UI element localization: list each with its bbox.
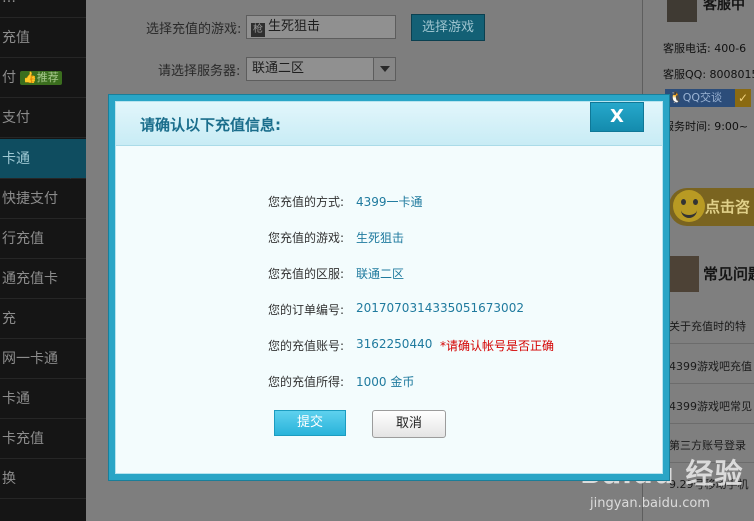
service-phone: 客服电话: 400-6 bbox=[663, 42, 747, 55]
game-field[interactable]: 枪生死狙击 bbox=[246, 15, 396, 39]
dialog-header: 请确认以下充值信息: X bbox=[116, 102, 662, 146]
info-row-account: 您的充值账号: 3162250440 *请确认帐号是否正确 bbox=[116, 337, 662, 357]
close-icon: X bbox=[610, 106, 624, 127]
row-label: 您的充值所得: bbox=[268, 375, 345, 389]
row-value: 3162250440 bbox=[356, 337, 433, 351]
divider bbox=[667, 343, 754, 344]
sidebar-item-1[interactable]: 充值 bbox=[0, 18, 86, 58]
row-label: 您充值的区服: bbox=[268, 267, 345, 281]
sidebar-item-recommended[interactable]: 付 👍推荐 bbox=[0, 58, 86, 98]
qq-chat-button[interactable]: 🐧QQ交谈 bbox=[665, 89, 735, 107]
sidebar-item-3[interactable]: 支付 bbox=[0, 98, 86, 138]
info-row-server: 您充值的区服: 联通二区 bbox=[116, 265, 662, 285]
thumbs-up-icon: 👍 bbox=[23, 71, 37, 84]
row-label: 您充值的方式: bbox=[268, 195, 345, 209]
faq-link-2[interactable]: 4399游戏吧常见 bbox=[669, 398, 752, 414]
dialog-title: 请确认以下充值信息: bbox=[140, 116, 281, 134]
faq-link-0[interactable]: 关于充值时的特 bbox=[669, 318, 746, 334]
service-time: 服务时间: 9:00~ bbox=[663, 120, 749, 133]
info-row-order: 您的订单编号: 2017070314335051673002 bbox=[116, 301, 662, 321]
faq-avatar-icon bbox=[667, 256, 699, 292]
active-arrow-icon bbox=[70, 139, 86, 179]
submit-button[interactable]: 提交 bbox=[274, 410, 346, 436]
service-heading: 客服中 bbox=[703, 0, 745, 13]
row-value: 生死狙击 bbox=[356, 231, 405, 245]
qq-icon: 🐧 bbox=[669, 91, 683, 104]
row-label: 您充值的游戏: bbox=[268, 231, 345, 245]
faq-heading: 常见问题 bbox=[703, 265, 754, 283]
close-button[interactable]: X bbox=[590, 102, 644, 132]
check-icon: ✓ bbox=[735, 89, 751, 107]
chevron-down-icon[interactable] bbox=[373, 58, 395, 80]
info-row-reward: 您的充值所得: 1000 金币 bbox=[116, 373, 662, 393]
sidebar: … 充值 付👍推荐 支付 卡通 快捷支付 行充值 通充值卡 充 网一卡通 卡通 … bbox=[0, 0, 86, 521]
divider bbox=[667, 383, 754, 384]
server-value: 联通二区 bbox=[252, 61, 305, 76]
server-label: 请选择服务器: bbox=[158, 64, 241, 79]
recommend-badge: 👍推荐 bbox=[20, 71, 62, 85]
account-warning: *请确认帐号是否正确 bbox=[440, 339, 555, 353]
info-row-game: 您充值的游戏: 生死狙击 bbox=[116, 229, 662, 249]
row-value: 1000 金币 bbox=[356, 375, 415, 389]
sidebar-item-7[interactable]: 通充值卡 bbox=[0, 259, 86, 299]
row-value: 联通二区 bbox=[356, 267, 405, 281]
service-avatar-icon bbox=[667, 0, 697, 22]
faq-link-3[interactable]: 第三方账号登录 bbox=[669, 437, 746, 453]
watermark-url: jingyan.baidu.com bbox=[590, 496, 710, 511]
dialog-body: 请确认以下充值信息: X 您充值的方式: 4399一卡通 您充值的游戏: 生死狙… bbox=[115, 101, 663, 474]
sidebar-item-5[interactable]: 快捷支付 bbox=[0, 179, 86, 219]
game-label: 选择充值的游戏: bbox=[146, 22, 242, 37]
sidebar-item-0[interactable]: … bbox=[0, 0, 86, 18]
game-icon: 枪 bbox=[251, 23, 265, 37]
smiley-icon bbox=[673, 190, 705, 222]
sidebar-item-12[interactable]: 换 bbox=[0, 459, 86, 499]
row-label: 您的充值账号: bbox=[268, 339, 345, 353]
server-select[interactable]: 联通二区 bbox=[246, 57, 396, 81]
info-row-method: 您充值的方式: 4399一卡通 bbox=[116, 193, 662, 213]
sidebar-item-8[interactable]: 充 bbox=[0, 299, 86, 339]
sidebar-item-9[interactable]: 网一卡通 bbox=[0, 339, 86, 379]
row-value: 4399一卡通 bbox=[356, 195, 423, 209]
row-label: 您的订单编号: bbox=[268, 303, 345, 317]
confirm-dialog: 请确认以下充值信息: X 您充值的方式: 4399一卡通 您充值的游戏: 生死狙… bbox=[108, 94, 670, 481]
faq-link-1[interactable]: 4399游戏吧充值 bbox=[669, 358, 752, 374]
sidebar-item-6[interactable]: 行充值 bbox=[0, 219, 86, 259]
select-game-button[interactable]: 选择游戏 bbox=[411, 14, 485, 41]
sidebar-item-11[interactable]: 卡充值 bbox=[0, 419, 86, 459]
row-value: 2017070314335051673002 bbox=[356, 301, 524, 315]
divider bbox=[667, 423, 754, 424]
sidebar-item-10[interactable]: 卡通 bbox=[0, 379, 86, 419]
cancel-button[interactable]: 取消 bbox=[372, 410, 446, 438]
service-qq: 客服QQ: 8008015 bbox=[663, 68, 754, 81]
game-value: 生死狙击 bbox=[268, 19, 321, 34]
